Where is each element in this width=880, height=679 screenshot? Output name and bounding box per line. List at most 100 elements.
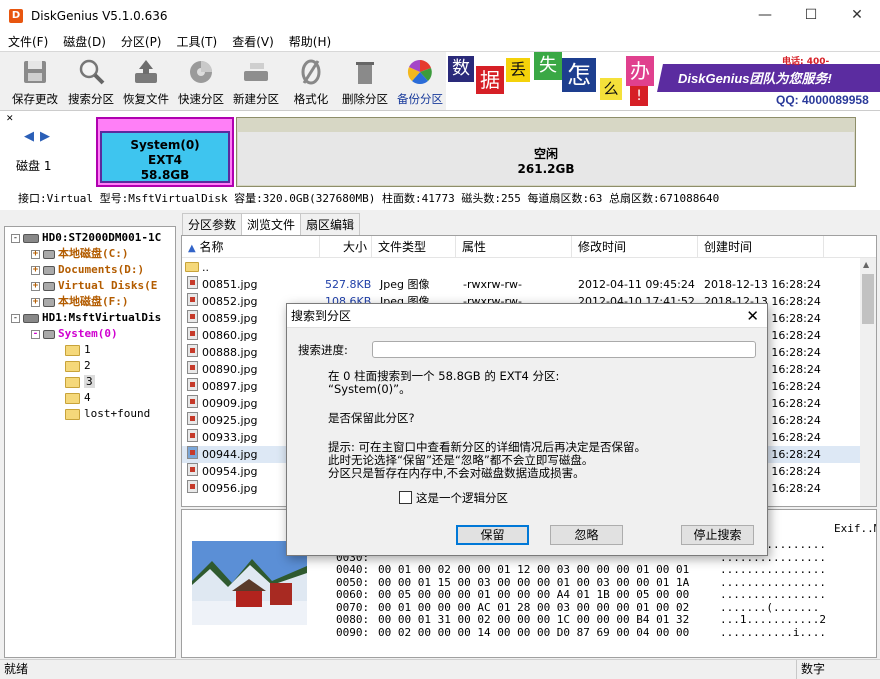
tree-node-e[interactable]: + Virtual Disks(E <box>31 278 157 294</box>
hex-ascii: ................ <box>720 588 826 601</box>
tree-node-system[interactable]: - System(0) <box>31 326 118 342</box>
close-button[interactable]: ✕ <box>834 0 880 31</box>
drive-icon <box>43 249 55 259</box>
backup-icon <box>407 59 432 85</box>
prev-disk-icon[interactable]: ◀ <box>24 129 34 144</box>
disk-map: ✕ ◀ ▶ 磁盘 1 System(0) EXT4 58.8GB 空闲 261.… <box>0 110 880 188</box>
partition-free-space[interactable]: 空闲 261.2GB <box>236 117 856 187</box>
vertical-scrollbar[interactable]: ▲ <box>860 258 876 506</box>
col-mtime[interactable]: 修改时间 <box>572 236 698 258</box>
hex-offset: 0060: <box>336 588 370 601</box>
search-partition-button[interactable]: 搜索分区 <box>64 55 118 109</box>
hex-header-ascii: Exif..MM.* <box>834 522 876 535</box>
new-partition-button[interactable]: 新建分区 <box>229 55 283 109</box>
tab-partition-params[interactable]: 分区参数 <box>182 213 243 235</box>
image-file-icon <box>187 429 198 442</box>
tree-node-hd1[interactable]: - HD1:MsftVirtualDis <box>11 310 161 326</box>
hex-offset: 0090: <box>336 625 370 639</box>
backup-partition-button[interactable]: 备份分区 <box>393 55 447 109</box>
free-label: 空闲 <box>533 147 558 161</box>
search-icon <box>79 59 105 85</box>
parent-dir-row[interactable]: .. <box>182 259 862 276</box>
partition-system[interactable]: System(0) EXT4 58.8GB <box>96 117 234 187</box>
menu-tools[interactable]: 工具(T) <box>169 33 225 50</box>
hex-offset: 0040: <box>336 563 370 576</box>
tree-folder-lost-found[interactable]: lost+found <box>65 406 150 422</box>
image-file-icon <box>187 344 198 357</box>
tree-node-d[interactable]: + Documents(D:) <box>31 262 144 278</box>
file-name: 00933.jpg <box>202 431 258 444</box>
partition-found-dialog: 搜索到分区 ✕ 搜索进度: 在 0 柱面搜索到一个 58.8GB 的 EXT4 … <box>286 303 768 556</box>
file-row[interactable]: 00851.jpg 527.8KB Jpeg 图像 -rwxrw-rw- 2012-04… <box>182 276 862 293</box>
maximize-button[interactable]: ☐ <box>788 0 834 31</box>
file-ctime: 2018-12-13 16:28:24 <box>704 278 821 291</box>
folder-icon <box>65 392 80 404</box>
scroll-up-icon[interactable]: ▲ <box>863 260 869 269</box>
save-changes-button[interactable]: 保存更改 <box>8 55 62 109</box>
toolbar: 保存更改 搜索分区 恢复文件 快速分区 新建分区 格式化 删除分区 备份分区 数 <box>0 51 880 110</box>
file-name: 00859.jpg <box>202 312 258 325</box>
menu-help[interactable]: 帮助(H) <box>281 33 338 50</box>
tab-sector-edit[interactable]: 扇区编辑 <box>300 213 361 235</box>
dialog-close-icon[interactable]: ✕ <box>746 304 759 328</box>
logical-partition-checkbox[interactable] <box>399 491 412 504</box>
hex-ascii: ................ <box>720 575 826 589</box>
keep-question: 是否保留此分区? <box>328 411 415 425</box>
drive-icon <box>43 297 55 307</box>
app-icon: D <box>9 8 23 23</box>
col-attr[interactable]: 属性 <box>456 236 572 258</box>
hex-bytes: 00 00 01 31 00 02 00 00 00 1C 00 00 00 B… <box>378 613 690 626</box>
format-button[interactable]: 格式化 <box>285 55 337 109</box>
banner-slogan: DiskGenius团队为您服务! <box>678 71 832 86</box>
banner-char: 办 <box>626 56 654 86</box>
minimize-button[interactable]: — <box>742 0 788 31</box>
menu-partition[interactable]: 分区(P) <box>113 33 169 50</box>
col-type[interactable]: 文件类型 <box>372 236 456 258</box>
keep-button[interactable]: 保留 <box>456 525 529 545</box>
col-ctime[interactable]: 创建时间 <box>698 236 824 258</box>
hex-ascii: ...........i.... <box>720 625 826 639</box>
image-file-icon <box>187 446 198 459</box>
tree-folder-3[interactable]: 3 <box>65 374 95 390</box>
recover-files-button[interactable]: 恢复文件 <box>119 55 173 109</box>
delete-partition-button[interactable]: 删除分区 <box>338 55 392 109</box>
hex-bytes: 00 00 01 15 00 03 00 00 00 01 00 03 00 0… <box>378 575 690 589</box>
close-panel-icon[interactable]: ✕ <box>6 114 14 124</box>
checkbox-label: 这是一个逻辑分区 <box>416 491 508 505</box>
file-name: 00956.jpg <box>202 482 258 495</box>
file-name: 00909.jpg <box>202 397 258 410</box>
folder-icon <box>185 262 199 272</box>
tree-node-hd0[interactable]: - HD0:ST2000DM001-1C <box>11 230 161 246</box>
found-partition-name: “System(0)”。 <box>328 382 411 396</box>
tree-folder-2[interactable]: 2 <box>65 358 91 374</box>
menu-disk[interactable]: 磁盘(D) <box>55 33 113 50</box>
promo-banner[interactable]: 数 据 丢 失 怎 么 办 ! DiskGenius团队为您服务! 电话: 40… <box>446 52 880 110</box>
tab-browse-files[interactable]: 浏览文件 <box>241 213 302 236</box>
hex-offset: 0070: <box>336 600 370 614</box>
next-disk-icon[interactable]: ▶ <box>40 129 50 144</box>
tree-folder-4[interactable]: 4 <box>65 390 91 406</box>
menu-view[interactable]: 查看(V) <box>224 33 281 50</box>
scrollbar-thumb[interactable] <box>862 274 874 324</box>
delete-icon <box>356 62 374 84</box>
stop-search-button[interactable]: 停止搜索 <box>681 525 754 545</box>
banner-tel: 电话: 400- <box>782 57 830 67</box>
tree-node-f[interactable]: + 本地磁盘(F:) <box>31 294 129 310</box>
hex-offset: 0050: <box>336 575 370 589</box>
quick-partition-button[interactable]: 快速分区 <box>174 55 228 109</box>
title-bar: D DiskGenius V5.1.0.636 — ☐ ✕ <box>0 0 880 31</box>
ignore-button[interactable]: 忽略 <box>550 525 623 545</box>
banner-char: 失 <box>534 52 562 80</box>
col-size[interactable]: 大小 <box>320 236 372 258</box>
format-icon <box>301 59 321 85</box>
image-file-icon <box>187 378 198 391</box>
file-name: 00888.jpg <box>202 346 258 359</box>
col-name[interactable]: ▲ 名称 <box>182 236 320 258</box>
tree-folder-1[interactable]: 1 <box>65 342 91 358</box>
hard-disk-icon <box>23 233 39 243</box>
status-bar: 就绪 数字 <box>0 659 880 679</box>
banner-char: 丢 <box>506 58 530 82</box>
menu-file[interactable]: 文件(F) <box>0 33 55 50</box>
tree-node-c[interactable]: + 本地磁盘(C:) <box>31 246 129 262</box>
image-file-icon <box>187 395 198 408</box>
